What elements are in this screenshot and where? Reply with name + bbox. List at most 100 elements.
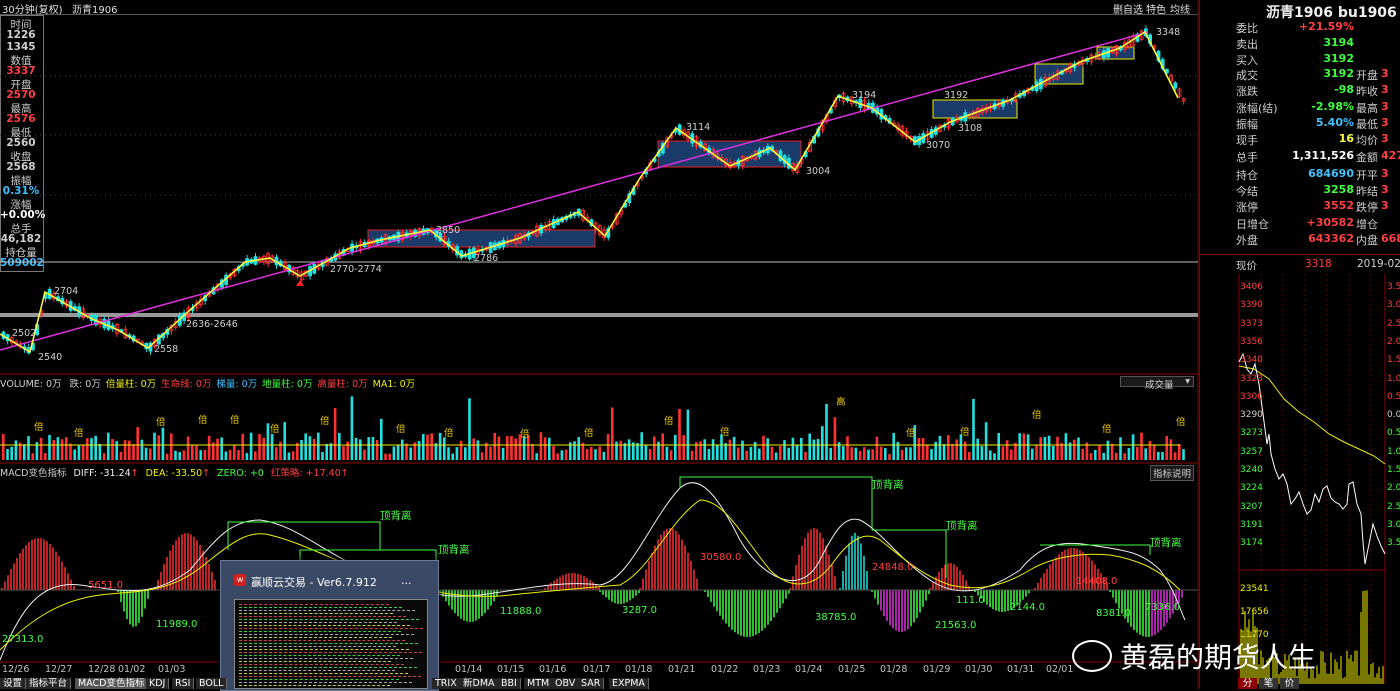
double-volume-mark: 倍 [664,415,674,427]
date-label: 12/26 [2,664,30,675]
volume-bar [417,440,421,460]
volume-bar [825,403,828,460]
stat-label2: 均价 [1356,134,1378,148]
volume-bar [178,452,181,460]
intraday-axis-label: 3240 [1240,465,1263,475]
volume-bar [850,447,853,460]
double-volume-mark: 倍 [1176,416,1186,428]
stat-value2: 3 [1381,115,1389,129]
volume-bar [144,447,148,460]
volume-bar [346,441,349,460]
intraday-pct-label: 2.0 [1387,336,1400,347]
volume-bar [779,445,782,460]
volume-bar [325,443,328,460]
intraday-axis-label: 3390 [1240,300,1263,311]
volume-bar [270,433,274,460]
volume-bar [758,448,761,460]
popup-preview-row [239,631,401,633]
volume-bar [1035,445,1038,460]
stat-label2: 内盘 [1356,234,1378,247]
volume-legend-item: 地量柱: 0万 [262,379,313,390]
volume-bar [1010,449,1013,460]
volume-bar [989,450,992,460]
quote-value: 3194 [1323,36,1354,49]
tab-5[interactable]: RSI [172,678,195,689]
intraday-chart[interactable] [1199,274,1400,689]
volume-bar [1123,453,1126,460]
tab-7[interactable]: TRIX [432,678,461,689]
volume-bar [81,444,85,460]
volume-bar [115,441,118,460]
quote-label: 委比 [1236,22,1258,35]
volume-bar [1043,436,1047,460]
volume-bar [140,439,144,460]
tab-13[interactable]: EXPMA [609,678,649,689]
tab-6[interactable]: BOLL [196,678,228,689]
volume-bar [917,438,921,460]
divergence-line-1 [227,521,381,550]
intraday-axis-label: 3257 [1240,446,1263,457]
tab-3[interactable]: MACD变色指标 [75,678,149,689]
volume-bar [6,448,9,460]
candlesticks [1,25,1186,355]
volume-bar [1169,439,1173,460]
volume-bar [1161,451,1164,460]
volume-bar [909,447,912,460]
tab-8[interactable]: 新DMA [460,678,499,689]
volume-bar [703,439,706,460]
stat-label: 外盘 [1236,234,1258,247]
volume-bar [73,449,76,460]
date-label: 01/22 [711,664,739,675]
volume-bar [539,432,543,460]
volume-type-dropdown[interactable]: 成交量 ▾ [1120,376,1194,391]
intraday-pct-label: 3.5 [1387,538,1400,549]
quote-label: 卖出 [1236,38,1258,51]
intraday-tab[interactable]: 分 [1238,678,1257,689]
tab-1[interactable]: 设置 [0,678,27,689]
label-2558: 2558 [154,344,178,355]
tab-11[interactable]: OBV [552,678,580,689]
tab-4[interactable]: KDJ [146,678,170,689]
taskbar-preview-popup[interactable]: w 赢顺云交易 - Ver6.7.912 ... [220,560,439,691]
tab-9[interactable]: BBI [498,678,521,689]
volume-bar [480,452,484,460]
candle-body [1173,82,1178,89]
volume-bar [262,437,265,460]
main-chart[interactable]: 2502 2540 2704 2558 2636-2646 2850 2786 … [0,0,1234,689]
stat-value: 3192 [1323,67,1354,80]
now-label: 现价 [1236,260,1257,272]
intraday-pct-label: 2.5 [1387,318,1400,329]
stat-value: +30582 [1306,215,1355,229]
volume-bar [623,443,627,460]
intraday-axis-label: 3207 [1240,501,1263,512]
tab-10[interactable]: MTM [524,678,554,689]
stat-value2: 3 [1381,67,1389,80]
stat-value: -98 [1334,83,1354,97]
volume-bar [48,434,51,460]
volume-bar [157,435,160,460]
volume-bar [497,436,501,460]
volume-bar [741,440,744,460]
volume-bar [363,449,366,460]
stat-value2: 3 [1381,83,1389,97]
stat-label2: 跌停 [1356,201,1378,215]
stat-value: 3552 [1323,199,1354,213]
volume-bar [375,439,379,460]
popup-app-icon: w [234,574,246,586]
stat-label: 现手 [1236,134,1258,148]
indicator-help-button[interactable]: 指标说明 [1150,465,1195,481]
stat-label2: 金额 [1356,150,1378,164]
intraday-tab[interactable]: 价 [1280,678,1299,689]
macd-title: MACD变色指标 [0,468,67,479]
volume-bar [867,449,870,460]
volume-bar [577,437,580,460]
date-label: 01/30 [965,664,993,675]
volume-bar [678,408,681,460]
stat-label2: 昨结 [1356,185,1378,199]
tab-2[interactable]: 指标平台 [26,678,72,689]
intraday-volume-label: 17656 [1240,607,1269,617]
intraday-tab[interactable]: 笔 [1259,678,1278,689]
macd-diff: DIFF: -31.24 [73,468,131,479]
tab-12[interactable]: SAR [578,678,605,689]
volume-bar [216,438,219,460]
